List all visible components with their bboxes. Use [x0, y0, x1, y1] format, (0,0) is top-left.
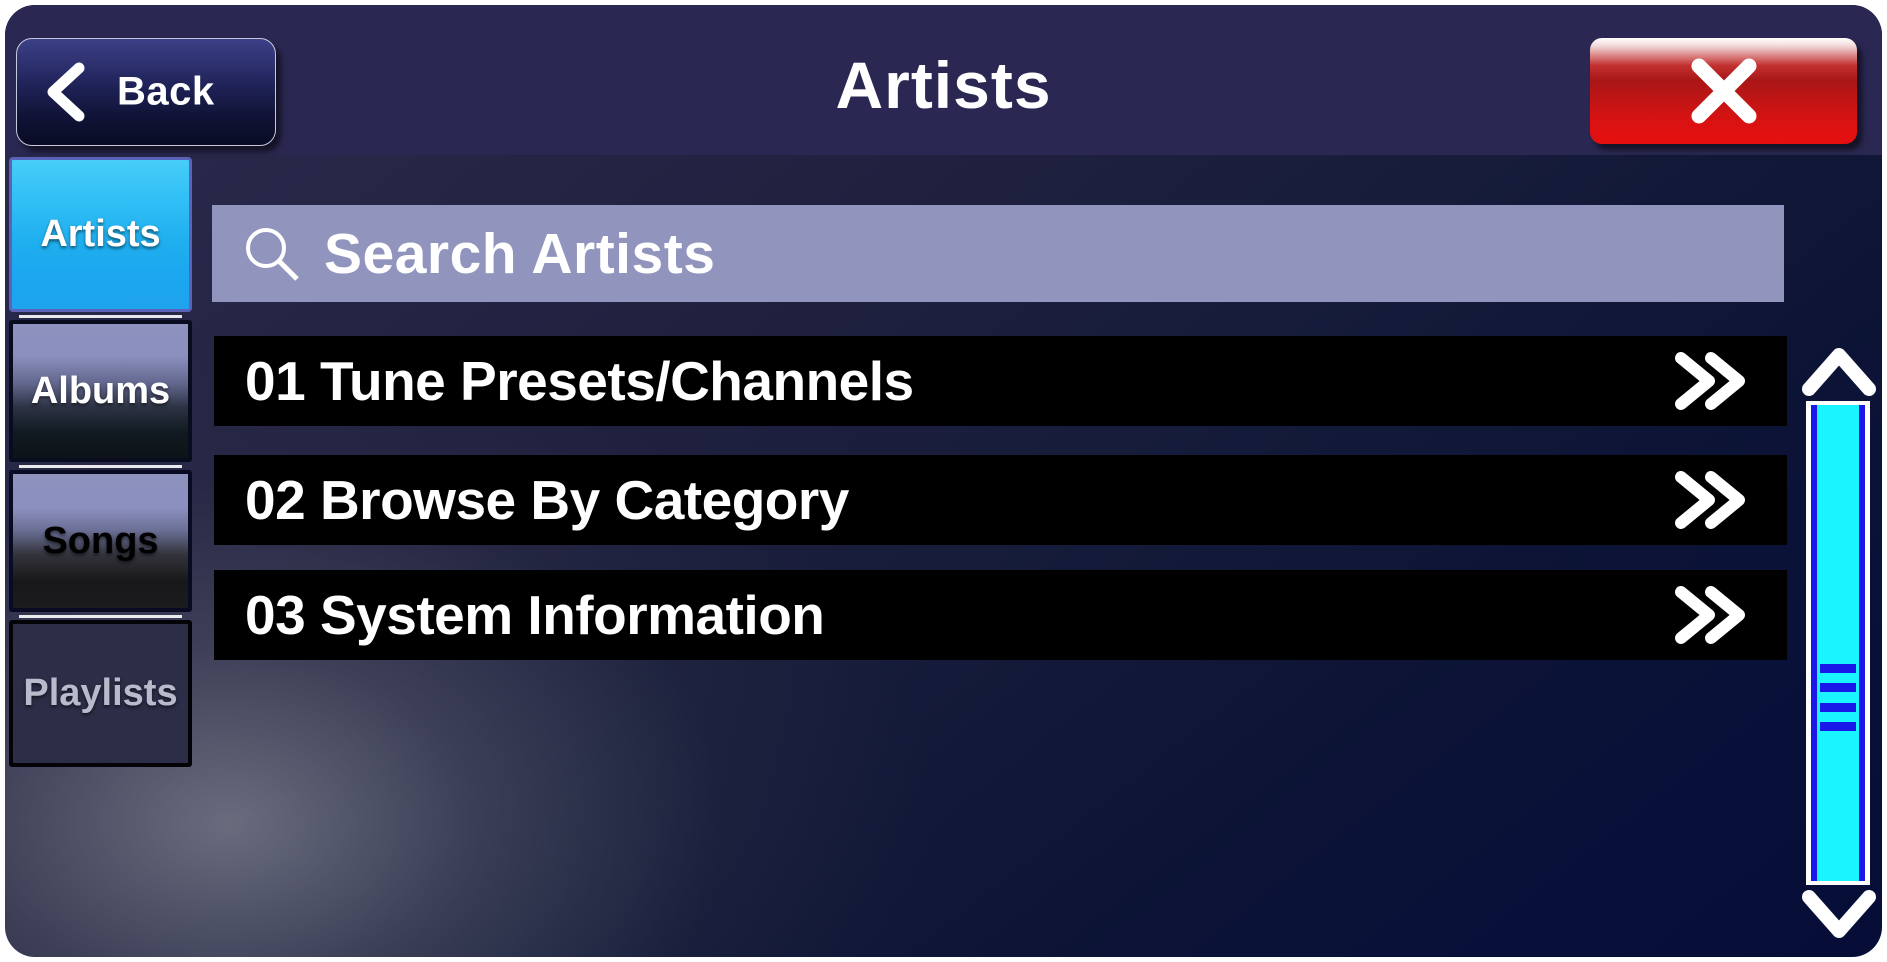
search-input[interactable]: Search Artists: [212, 205, 1784, 302]
back-button[interactable]: Back: [16, 38, 276, 146]
close-button[interactable]: [1590, 38, 1857, 144]
back-button-label: Back: [117, 69, 215, 114]
scrollbar-track[interactable]: [1806, 401, 1870, 885]
double-chevron-right-icon: [1675, 471, 1745, 529]
window-frame: Back Artists Artists Albums Songs Playli…: [5, 5, 1882, 957]
sidebar-item-label: Albums: [30, 369, 171, 412]
sidebar-item-albums[interactable]: Albums: [9, 320, 192, 462]
double-chevron-right-icon: [1675, 586, 1745, 644]
app-screen: Back Artists Artists Albums Songs Playli…: [0, 0, 1887, 962]
search-placeholder-text: Search Artists: [324, 221, 716, 286]
list-item[interactable]: 03 System Information: [214, 570, 1787, 660]
sidebar-item-label: Playlists: [23, 672, 178, 714]
scroll-up-button[interactable]: [1801, 343, 1877, 399]
chevron-left-icon: [47, 62, 85, 122]
sidebar-item-songs[interactable]: Songs: [9, 470, 192, 612]
list-item[interactable]: 01 Tune Presets/Channels: [214, 336, 1787, 426]
scrollbar-grip-line: [1820, 664, 1856, 674]
tab-separator-3: [19, 615, 182, 618]
tab-separator-2: [19, 465, 182, 468]
sidebar-item-label: Artists: [40, 213, 161, 255]
scrollbar-grip-line: [1820, 683, 1856, 693]
scrollbar-thumb[interactable]: [1811, 405, 1865, 881]
scrollbar-grip-line: [1820, 702, 1856, 712]
close-x-icon: [1691, 58, 1756, 124]
scroll-down-button[interactable]: [1801, 887, 1877, 943]
list-item[interactable]: 02 Browse By Category: [214, 455, 1787, 545]
sidebar-item-label: Songs: [42, 519, 159, 562]
scrollbar[interactable]: [1798, 343, 1880, 943]
sidebar-item-playlists[interactable]: Playlists: [9, 620, 192, 767]
list-item-label: 01 Tune Presets/Channels: [245, 350, 914, 412]
list-item-label: 02 Browse By Category: [245, 469, 849, 531]
tab-separator-1: [19, 315, 182, 318]
list-item-label: 03 System Information: [245, 584, 825, 646]
scrollbar-grip-line: [1820, 721, 1856, 731]
search-icon: [246, 227, 299, 281]
double-chevron-right-icon: [1675, 352, 1745, 410]
header-bar: Back Artists: [5, 5, 1882, 155]
sidebar-item-artists[interactable]: Artists: [9, 157, 192, 312]
